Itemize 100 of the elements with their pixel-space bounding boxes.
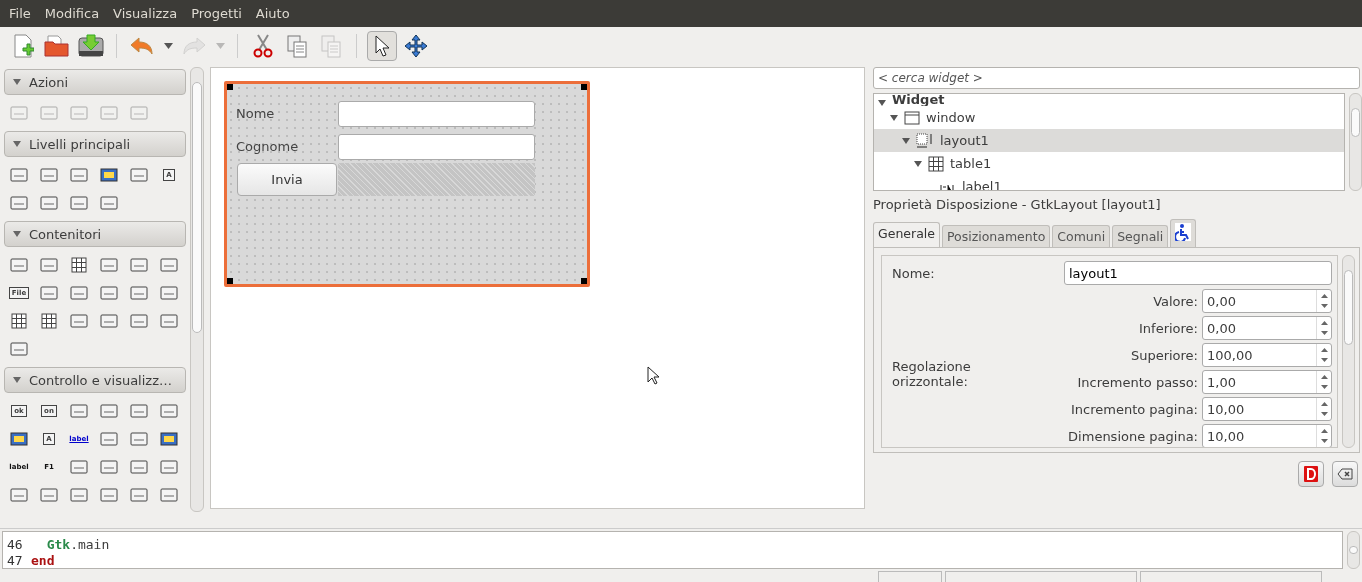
form-label: Cognome (236, 139, 300, 154)
field-label: Incremento pagina: (1070, 401, 1198, 417)
box-icon (10, 168, 28, 182)
undo-icon (129, 35, 155, 56)
scrollbar[interactable] (190, 67, 204, 512)
box-icon (10, 196, 28, 210)
spin-arrows-icon[interactable] (1320, 320, 1328, 336)
name-field[interactable]: layout1 (1064, 261, 1332, 285)
spin-arrows-icon[interactable] (1320, 293, 1328, 309)
box-icon (160, 488, 178, 502)
box-icon (70, 488, 88, 502)
palette-group-header[interactable]: Livelli principali (4, 131, 186, 157)
resize-handle[interactable] (227, 84, 233, 90)
code-line: end (31, 552, 55, 568)
resize-handle[interactable] (581, 278, 587, 284)
tab[interactable]: Generale (873, 222, 940, 247)
accessibility-tab[interactable] (1170, 219, 1197, 247)
menu-item[interactable]: Visualizza (113, 6, 178, 21)
documentation-button[interactable] (1298, 461, 1324, 487)
scissors-icon (252, 33, 274, 58)
menu-item[interactable]: File (9, 6, 31, 21)
clear-icon (1337, 468, 1353, 480)
spin-field[interactable]: 10,00 (1202, 424, 1332, 447)
mouse-pointer-icon (647, 366, 659, 386)
save-icon (78, 33, 104, 58)
box-icon (70, 286, 88, 300)
box-icon (40, 106, 58, 120)
spin-field[interactable]: 10,00 (1202, 397, 1332, 421)
tab[interactable]: Comuni (1052, 225, 1111, 247)
box-icon (70, 168, 88, 182)
spin-arrows-icon[interactable] (1320, 347, 1328, 363)
expander-icon[interactable] (914, 160, 922, 167)
pointer-button[interactable] (367, 30, 397, 61)
box-icon (100, 106, 118, 120)
tree-item[interactable]: table1 (874, 152, 1344, 175)
spin-arrows-icon[interactable] (1320, 374, 1328, 390)
group-label: Regolazione orizzontale: (892, 358, 972, 389)
spin-field[interactable]: 1,00 (1202, 370, 1332, 394)
box-icon (160, 460, 178, 474)
box-icon (40, 286, 58, 300)
box-icon (130, 460, 148, 474)
expander-icon[interactable] (902, 137, 910, 144)
menu-item[interactable]: Modifica (44, 6, 100, 21)
table-icon (928, 155, 944, 172)
field-label: Incremento passo: (1077, 374, 1198, 390)
tree-item[interactable]: window (874, 106, 1344, 129)
expander-icon (13, 231, 21, 237)
text-field[interactable] (338, 100, 535, 127)
book-icon (1304, 466, 1318, 482)
scrollbar[interactable] (1347, 531, 1360, 569)
field-label: Dimensione pagina: (1068, 428, 1198, 444)
palette-group-header[interactable]: Contenitori (4, 221, 186, 247)
field-label: Valore: (1153, 293, 1198, 309)
expander-icon (13, 79, 21, 85)
arrow-pointer-icon (374, 34, 390, 57)
search-field[interactable]: < cerca widget > (873, 67, 1360, 89)
properties-title: Proprietà Disposizione - GtkLayout [layout1] (873, 197, 1162, 214)
layout-icon (916, 132, 934, 149)
spin-field[interactable]: 0,00 (1202, 289, 1332, 313)
folder-icon (44, 34, 70, 57)
resize-handle[interactable] (227, 278, 233, 284)
box-icon (70, 460, 88, 474)
caret-icon (163, 42, 173, 49)
text-field[interactable] (338, 133, 535, 160)
spin-arrows-icon[interactable] (1320, 428, 1328, 444)
menu-item[interactable]: Progetti (191, 6, 242, 21)
new-file-icon (12, 33, 34, 58)
expander-icon[interactable] (878, 100, 886, 106)
box-icon (10, 258, 28, 272)
clear-button[interactable] (1332, 461, 1358, 487)
tree-item[interactable]: layout1 (874, 129, 1344, 152)
grid-icon (41, 313, 57, 329)
tab[interactable]: Segnali (1112, 225, 1169, 247)
box-icon (100, 286, 118, 300)
scrollbar[interactable] (1342, 255, 1355, 448)
menu-item[interactable]: Aiuto (255, 6, 290, 21)
documents-icon (320, 33, 342, 58)
tree-item[interactable]: Widget (874, 94, 1344, 106)
expander-icon (13, 377, 21, 383)
expander-icon[interactable] (890, 114, 898, 121)
tab[interactable]: Posizionamento (941, 225, 1051, 247)
resize-handle[interactable] (581, 84, 587, 90)
image-icon (10, 432, 28, 446)
spin-arrows-icon[interactable] (1320, 401, 1328, 417)
box-icon (70, 196, 88, 210)
box-icon (40, 168, 58, 182)
line-number: 47 (6, 552, 24, 568)
box-icon (160, 314, 178, 328)
image-icon (100, 168, 118, 182)
spin-field[interactable]: 100,00 (1202, 343, 1332, 367)
box-icon (10, 106, 28, 120)
documents-icon (286, 33, 308, 58)
submit-button[interactable]: Invia (237, 163, 337, 196)
box-icon (160, 258, 178, 272)
scrollbar[interactable] (1349, 93, 1362, 191)
box-icon (100, 196, 118, 210)
box-icon (100, 258, 118, 272)
palette-group-header[interactable]: Controllo e visualizz… (4, 367, 186, 393)
expander-icon (13, 141, 21, 147)
spin-field[interactable]: 0,00 (1202, 316, 1332, 340)
